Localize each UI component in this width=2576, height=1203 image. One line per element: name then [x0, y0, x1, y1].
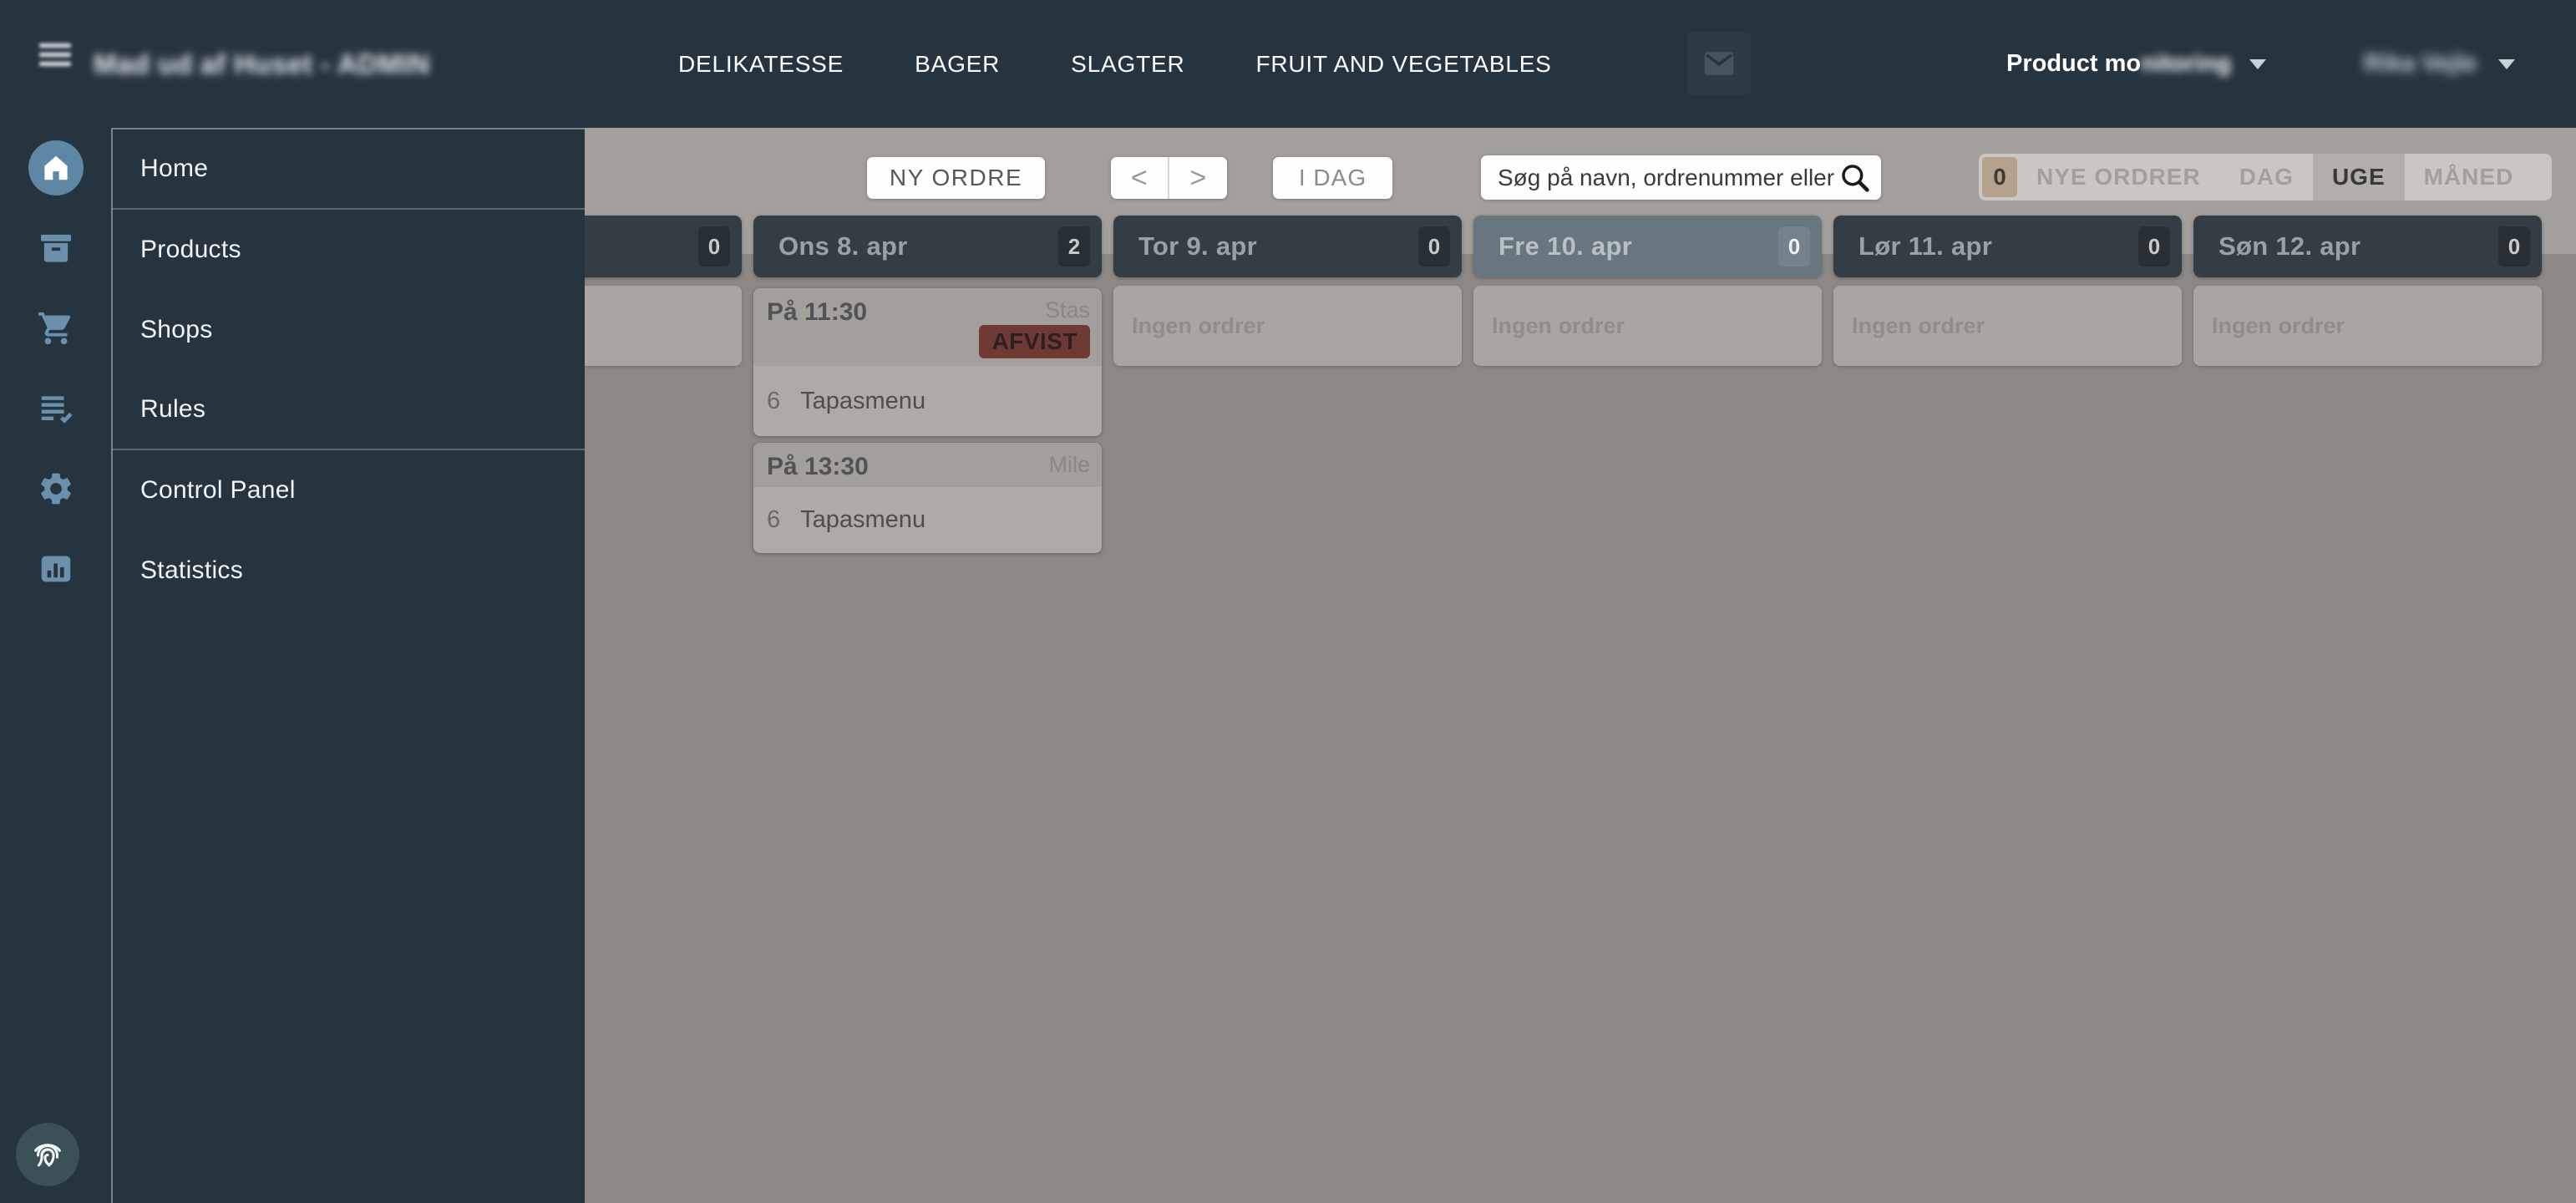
no-orders-card: Ingen ordrer — [1473, 286, 1822, 366]
order-customer: Stas — [1045, 297, 1090, 323]
no-orders-card: Ingen ordrer — [1113, 286, 1462, 366]
top-bar: Mad ud af Huset - ADMIN DELIKATESSE BAGER… — [0, 0, 2576, 128]
sidebar-item-products[interactable]: Products — [113, 210, 585, 290]
view-switcher: 0 NYE ORDRER DAGUGEMÅNED — [1979, 154, 2552, 200]
tab-slagter[interactable]: SLAGTER — [1071, 51, 1184, 78]
no-orders-card: Ingen ordrer — [2193, 286, 2542, 366]
fingerprint-button[interactable] — [16, 1123, 79, 1186]
tab-bager[interactable]: BAGER — [915, 51, 1000, 78]
mail-icon — [1701, 45, 1737, 82]
order-line-product: Tapasmenu — [800, 388, 925, 415]
day-order-count-badge: 2 — [1058, 226, 1090, 266]
order-time: På 11:30 — [767, 298, 867, 327]
new-order-button[interactable]: NY ORDRE — [867, 157, 1045, 199]
sidebar-item-home[interactable]: Home — [113, 129, 585, 210]
sidebar-item-label: Products — [140, 236, 241, 264]
user-name: Rika Vejle — [2364, 50, 2477, 78]
order-line-product: Tapasmenu — [800, 506, 925, 534]
view-option-uge[interactable]: UGE — [2313, 154, 2405, 200]
sidebar-item-rules[interactable]: Rules — [113, 370, 585, 450]
sidebar-item-label: Home — [140, 155, 208, 183]
day-label: Ons 8. apr — [778, 216, 908, 277]
shopping-cart-icon — [37, 309, 75, 348]
search-icon[interactable] — [1838, 160, 1873, 195]
rail-shopping-cart-button[interactable] — [0, 288, 111, 368]
day-column-header[interactable]: Lør 11. apr 0 — [1833, 216, 2182, 277]
day-column-header[interactable]: Fre 10. apr 0 — [1473, 216, 1822, 277]
no-orders-label: Ingen ordrer — [2212, 313, 2345, 339]
search-box — [1481, 155, 1881, 200]
day-label: Fre 10. apr — [1498, 216, 1632, 277]
day-order-count-badge: 0 — [1418, 226, 1450, 266]
day-order-count-badge: 0 — [698, 226, 730, 266]
rail-gear-button[interactable] — [0, 449, 111, 529]
statistics-chart-icon — [37, 550, 75, 588]
day-label: Tor 9. apr — [1138, 216, 1257, 277]
sidebar-drawer: Home Products Shops Rules Control Panel Stati… — [111, 128, 585, 1203]
sidebar-item-label: Shops — [140, 316, 213, 344]
sidebar-item-shops[interactable]: Shops — [113, 290, 585, 370]
today-button[interactable]: I DAG — [1273, 157, 1392, 199]
order-card-header: På 13:30 Mile — [753, 443, 1102, 487]
order-status-badge: AFVIST — [979, 325, 1090, 358]
gear-icon — [37, 470, 75, 508]
top-nav: DELIKATESSE BAGER SLAGTER FRUIT AND VEGETAB… — [678, 0, 1552, 128]
order-time: På 13:30 — [767, 453, 869, 481]
day-order-count-badge: 0 — [2138, 226, 2170, 266]
view-option-måned[interactable]: MÅNED — [2405, 154, 2533, 200]
order-line-qty: 6 — [767, 388, 780, 415]
week-pager: < > — [1111, 157, 1227, 199]
new-orders-filter[interactable]: NYE ORDRER — [2017, 154, 2220, 200]
sidebar-icon-rail — [0, 128, 111, 1203]
rules-checklist-icon — [37, 389, 75, 428]
products-box-icon — [37, 229, 75, 267]
day-label: Søn 12. apr — [2219, 216, 2360, 277]
prev-week-button[interactable]: < — [1111, 157, 1169, 199]
product-monitoring-label: Product monitoring — [2006, 50, 2231, 78]
sidebar-item-label: Rules — [140, 395, 205, 424]
no-orders-label: Ingen ordrer — [1852, 313, 1985, 339]
search-input[interactable] — [1496, 164, 1838, 192]
next-week-button[interactable]: > — [1169, 157, 1228, 199]
day-order-count-badge: 0 — [1778, 226, 1810, 266]
caret-down-icon — [2249, 59, 2266, 69]
caret-down-icon — [2498, 59, 2515, 69]
new-orders-count-badge: 0 — [1982, 157, 2017, 197]
order-customer: Mile — [1048, 452, 1090, 478]
home-icon — [40, 152, 72, 184]
no-orders-card: Ingen ordrer — [1833, 286, 2182, 366]
sidebar-item-label: Control Panel — [140, 476, 296, 505]
tab-fruit-and-vegetables[interactable]: FRUIT AND VEGETABLES — [1255, 51, 1551, 78]
app-title: Mad ud af Huset - ADMIN — [94, 0, 430, 128]
day-order-count-badge: 0 — [2498, 226, 2530, 266]
order-card[interactable]: På 13:30 Mile 6 Tapasmenu — [753, 443, 1102, 553]
sidebar-item-label: Statistics — [140, 556, 243, 585]
day-column-header[interactable]: Søn 12. apr 0 — [2193, 216, 2542, 277]
tab-delikatesse[interactable]: DELIKATESSE — [678, 51, 844, 78]
mail-button[interactable] — [1687, 32, 1751, 95]
day-column-header[interactable]: Tor 9. apr 0 — [1113, 216, 1462, 277]
active-indicator — [28, 140, 84, 195]
product-monitoring-dropdown[interactable]: Product monitoring — [2006, 0, 2266, 128]
app-window: Mad ud af Huset - ADMIN DELIKATESSE BAGER… — [0, 0, 2576, 1203]
sidebar-item-control-panel[interactable]: Control Panel — [113, 450, 585, 530]
view-option-dag[interactable]: DAG — [2220, 154, 2313, 200]
day-label: Lør 11. apr — [1858, 216, 1992, 277]
no-orders-label: Ingen ordrer — [1132, 313, 1265, 339]
menu-icon[interactable] — [39, 43, 71, 70]
user-menu[interactable]: Rika Vejle — [2364, 0, 2515, 128]
rail-products-box-button[interactable] — [0, 208, 111, 288]
rail-rules-checklist-button[interactable] — [0, 368, 111, 449]
order-line: 6 Tapasmenu — [753, 366, 1102, 436]
no-orders-label: Ingen ordrer — [1492, 313, 1625, 339]
order-line-qty: 6 — [767, 506, 780, 534]
rail-home-button[interactable] — [0, 128, 111, 208]
rail-statistics-chart-button[interactable] — [0, 529, 111, 609]
order-line: 6 Tapasmenu — [753, 487, 1102, 553]
fingerprint-icon — [28, 1135, 67, 1174]
order-card[interactable]: På 11:30 StasAFVIST 6 Tapasmenu — [753, 288, 1102, 436]
sidebar-item-statistics[interactable]: Statistics — [113, 530, 585, 611]
order-card-header: På 11:30 StasAFVIST — [753, 288, 1102, 366]
day-column-header[interactable]: Ons 8. apr 2 — [753, 216, 1102, 277]
